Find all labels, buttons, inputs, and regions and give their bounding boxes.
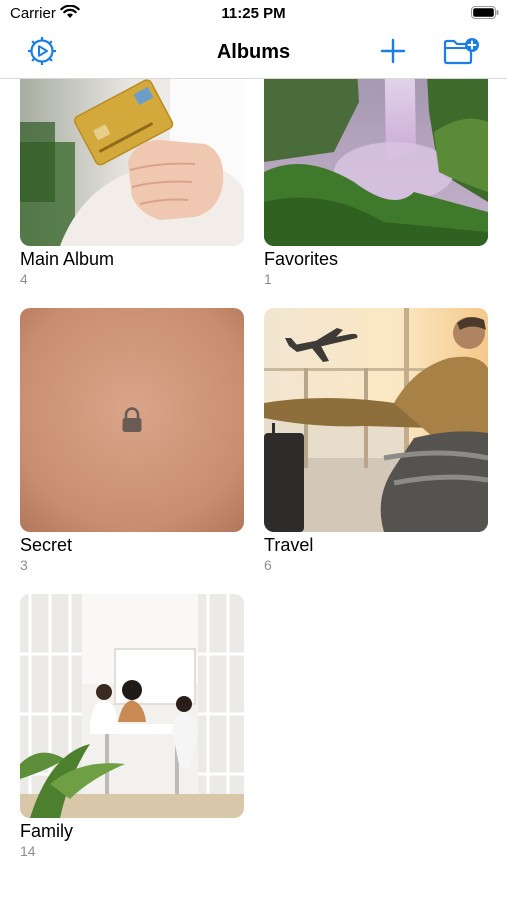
add-button[interactable] — [376, 36, 410, 70]
album-family[interactable]: Family 14 — [20, 594, 244, 860]
album-secret[interactable]: Secret 3 — [20, 308, 244, 574]
album-title: Main Album — [20, 249, 115, 269]
album-thumbnail-locked — [20, 308, 244, 532]
album-title: Family — [20, 821, 73, 841]
status-bar: Carrier 11:25 PM — [0, 0, 507, 28]
album-thumbnail-family — [20, 594, 244, 818]
album-count: 4 — [20, 271, 28, 287]
album-title: Secret — [20, 535, 73, 555]
album-title: Favorites — [264, 249, 339, 269]
album-count: 3 — [20, 557, 28, 573]
new-folder-button[interactable] — [443, 36, 479, 70]
album-title: Travel — [264, 535, 314, 555]
folder-plus-icon — [443, 37, 479, 70]
battery-icon — [471, 6, 499, 19]
plus-icon — [380, 38, 406, 69]
album-main-album[interactable]: Main Album 4 — [20, 79, 244, 288]
albums-grid[interactable]: Main Album 4 Favorites 1 Secret 3 Travel… — [0, 79, 507, 900]
album-thumbnail-credit-card — [20, 79, 244, 246]
album-count: 6 — [264, 557, 272, 573]
navigation-bar: Albums — [0, 28, 507, 79]
album-count: 14 — [20, 843, 36, 859]
album-favorites[interactable]: Favorites 1 — [264, 79, 488, 288]
status-time: 11:25 PM — [221, 5, 286, 22]
album-thumbnail-airport — [264, 308, 488, 532]
album-count: 1 — [264, 271, 272, 287]
album-travel[interactable]: Travel 6 — [264, 308, 488, 574]
page-title: Albums — [216, 41, 291, 63]
lock-icon — [121, 407, 143, 433]
album-thumbnail-waterfall — [264, 79, 488, 246]
